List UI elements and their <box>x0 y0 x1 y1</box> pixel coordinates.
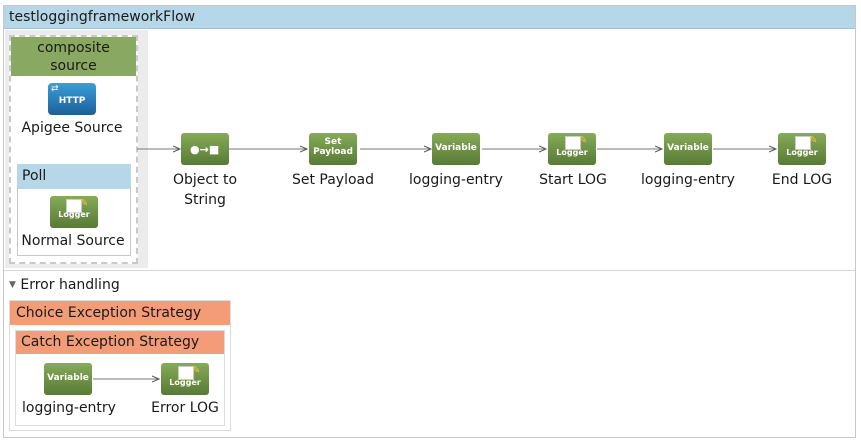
logger-icon-text: Logger <box>169 378 201 387</box>
circle-arrow-square-icon: ●→■ <box>190 143 220 156</box>
variable-icon-text: Variable <box>435 143 477 153</box>
variable-icon[interactable]: Variable <box>44 363 92 395</box>
choice-exception-header: Choice Exception Strategy <box>10 301 230 325</box>
triangle-down-icon: ▼ <box>9 280 16 290</box>
logger-icon-text: Logger <box>786 148 818 157</box>
error-handling-toggle[interactable]: ▼ Error handling <box>9 277 120 293</box>
processor-label: Start LOG <box>539 172 607 188</box>
logger-icon[interactable]: ✎ Logger <box>161 363 209 395</box>
logger-icon[interactable]: ✎ Logger <box>778 133 826 165</box>
pencil-icon: ✎ <box>579 135 588 146</box>
pencil-icon: ✎ <box>809 135 818 146</box>
processor-label: logging-entry <box>641 172 735 188</box>
variable-icon-text: Variable <box>667 143 709 153</box>
object-to-string-icon[interactable]: ●→■ <box>181 133 229 165</box>
logger-icon-text: Logger <box>556 148 588 157</box>
set-payload-icon[interactable]: Set Payload <box>309 133 357 165</box>
error-step-label: Error LOG <box>151 400 219 416</box>
processor-label: End LOG <box>771 172 833 188</box>
section-divider <box>4 270 855 271</box>
processor-label: Set Payload <box>291 172 375 188</box>
error-step-label: logging-entry <box>22 400 116 416</box>
variable-icon[interactable]: Variable <box>664 133 712 165</box>
processor-label: Object to String <box>172 172 238 208</box>
variable-icon[interactable]: Variable <box>432 133 480 165</box>
set-payload-icon-text: Set Payload <box>313 137 353 157</box>
catch-exception-header: Catch Exception Strategy <box>16 331 224 354</box>
processor-label: logging-entry <box>409 172 503 188</box>
variable-icon-text: Variable <box>47 373 89 383</box>
error-handling-title: Error handling <box>20 277 120 293</box>
pencil-icon: ✎ <box>192 365 201 376</box>
logger-icon[interactable]: ✎ Logger <box>548 133 596 165</box>
